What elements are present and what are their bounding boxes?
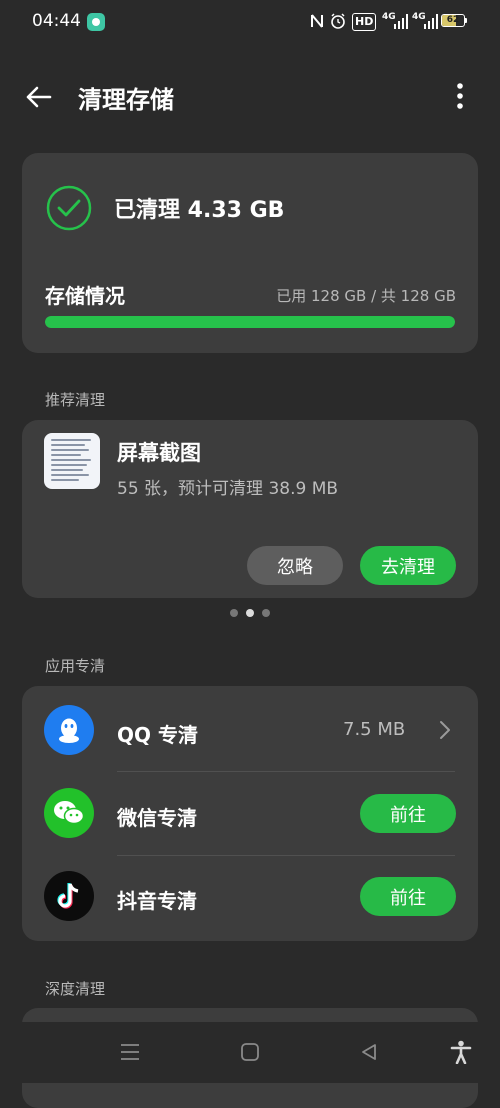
screenshots-title: 屏幕截图 <box>117 441 201 465</box>
wechat-icon <box>44 788 94 838</box>
storage-status-label: 存储情况 <box>45 284 125 308</box>
qq-clean-size: 7.5 MB <box>343 719 406 740</box>
divider <box>117 771 455 772</box>
wechat-clean-label: 微信专清 <box>117 806 197 830</box>
cleaned-amount: 已清理 4.33 GB <box>114 198 285 223</box>
qq-icon <box>44 705 94 755</box>
check-circle-icon <box>46 185 92 231</box>
page-dot <box>230 609 238 617</box>
menu-icon[interactable] <box>110 1032 150 1072</box>
back-arrow-icon[interactable] <box>22 80 56 114</box>
battery-icon: 62 <box>441 14 465 27</box>
page-indicator <box>0 609 500 619</box>
accessibility-icon[interactable] <box>441 1032 481 1072</box>
storage-progress-fill <box>45 316 455 328</box>
notification-app-icon <box>87 13 105 31</box>
page-dot <box>262 609 270 617</box>
back-icon[interactable] <box>349 1032 389 1072</box>
hd-badge: HD <box>352 13 377 31</box>
section-title-recommended: 推荐清理 <box>45 391 106 409</box>
status-time: 04:44 <box>32 11 81 31</box>
battery-level: 62 <box>446 15 460 25</box>
douyin-clean-label: 抖音专清 <box>117 889 197 913</box>
go-clean-button[interactable]: 去清理 <box>360 546 456 585</box>
wechat-go-button[interactable]: 前往 <box>360 794 456 833</box>
page-title: 清理存储 <box>78 86 174 114</box>
signal-icon-2 <box>424 14 438 29</box>
qq-clean-label: QQ 专清 <box>117 723 198 747</box>
chevron-right-icon[interactable] <box>435 716 455 744</box>
page-dot <box>246 609 254 617</box>
signal-icon-1 <box>394 14 408 29</box>
douyin-icon <box>44 871 94 921</box>
section-title-deep: 深度清理 <box>45 980 106 998</box>
ignore-button[interactable]: 忽略 <box>247 546 343 585</box>
alarm-icon <box>331 13 345 29</box>
nfc-icon <box>311 14 323 28</box>
screenshots-subtitle: 55 张，预计可清理 38.9 MB <box>117 479 339 499</box>
storage-progress-bar <box>45 316 455 328</box>
home-icon[interactable] <box>230 1032 270 1072</box>
battery-tip <box>465 18 467 23</box>
divider <box>117 855 455 856</box>
section-title-apps: 应用专清 <box>45 657 106 675</box>
storage-usage-text: 已用 128 GB / 共 128 GB <box>276 287 456 305</box>
more-options-icon[interactable] <box>445 80 475 114</box>
douyin-go-button[interactable]: 前往 <box>360 877 456 916</box>
screenshot-thumbnail <box>44 433 100 489</box>
